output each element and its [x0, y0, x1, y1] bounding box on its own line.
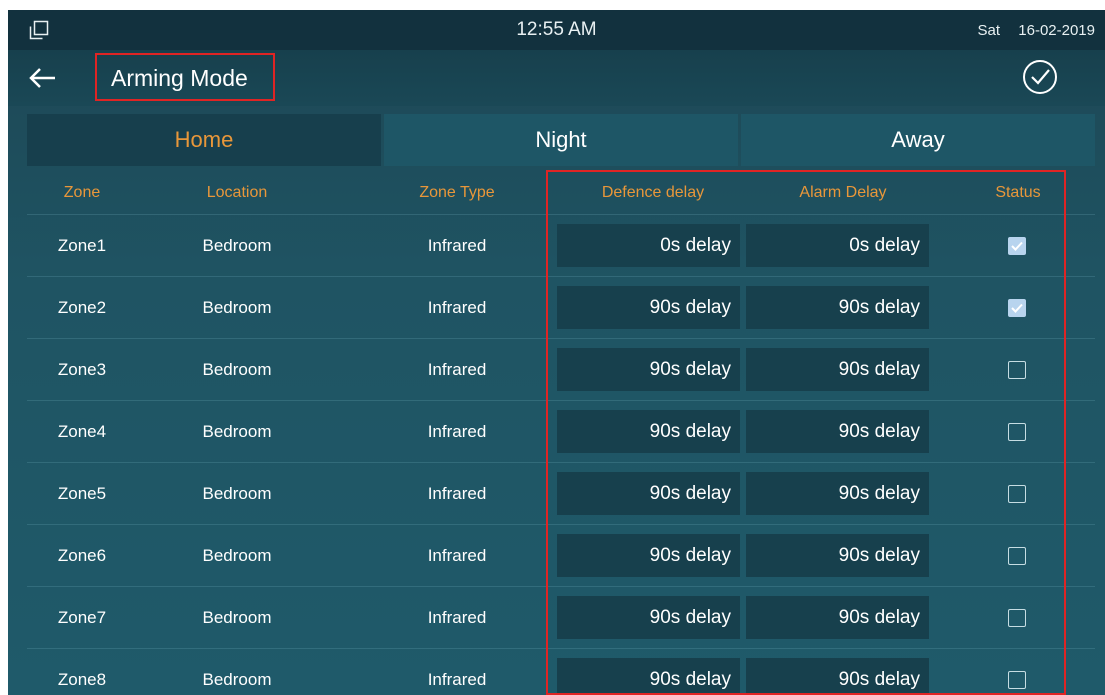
status-checkbox[interactable]	[1008, 423, 1026, 441]
defence-delay-select[interactable]: 90s delay	[557, 658, 740, 695]
zone-location: Bedroom	[202, 608, 272, 627]
zone-location: Bedroom	[202, 484, 272, 503]
alarm-delay-select[interactable]: 90s delay	[746, 286, 929, 329]
zone-location: Bedroom	[202, 236, 272, 255]
table-row: Zone3 Bedroom Infrared 90s delay 90s del…	[27, 338, 1095, 400]
defence-delay-select[interactable]: 90s delay	[557, 596, 740, 639]
table-row: Zone5 Bedroom Infrared 90s delay 90s del…	[27, 462, 1095, 524]
zone-type: Infrared	[427, 484, 487, 503]
zone-location: Bedroom	[202, 546, 272, 565]
status-checkbox[interactable]	[1008, 237, 1026, 255]
alarm-delay-select[interactable]: 0s delay	[746, 224, 929, 267]
tab-home[interactable]: Home	[27, 114, 381, 166]
status-checkbox[interactable]	[1008, 485, 1026, 503]
zone-type: Infrared	[427, 236, 487, 255]
table-header: Zone Location Zone Type Defence delay Al…	[8, 174, 1105, 214]
zone-type: Infrared	[427, 422, 487, 441]
column-header-zone-type: Zone Type	[419, 184, 495, 201]
zone-location: Bedroom	[202, 360, 272, 379]
defence-delay-select[interactable]: 0s delay	[557, 224, 740, 267]
check-circle-icon[interactable]	[1021, 58, 1059, 96]
status-checkbox[interactable]	[1008, 299, 1026, 317]
column-header-alarm-delay: Alarm Delay	[799, 184, 887, 201]
table-row: Zone1 Bedroom Infrared 0s delay 0s delay	[27, 214, 1095, 276]
check-icon	[1011, 303, 1023, 313]
status-checkbox[interactable]	[1008, 547, 1026, 565]
zone-name: Zone4	[57, 422, 107, 441]
alarm-delay-select[interactable]: 90s delay	[746, 472, 929, 515]
column-header-status: Status	[995, 184, 1041, 201]
column-header-zone: Zone	[63, 184, 101, 201]
table-row: Zone2 Bedroom Infrared 90s delay 90s del…	[27, 276, 1095, 338]
zone-type: Infrared	[427, 670, 487, 689]
alarm-delay-select[interactable]: 90s delay	[746, 596, 929, 639]
zone-name: Zone6	[57, 546, 107, 565]
alarm-delay-select[interactable]: 90s delay	[746, 348, 929, 391]
mode-tabs: Home Night Away	[27, 114, 1095, 166]
zone-name: Zone7	[57, 608, 107, 627]
zone-name: Zone3	[57, 360, 107, 379]
tab-night[interactable]: Night	[384, 114, 738, 166]
status-day: Sat	[977, 22, 1000, 39]
zone-type: Infrared	[427, 298, 487, 317]
defence-delay-select[interactable]: 90s delay	[557, 348, 740, 391]
alarm-delay-select[interactable]: 90s delay	[746, 658, 929, 695]
zone-location: Bedroom	[202, 422, 272, 441]
page-title: Arming Mode	[111, 65, 248, 91]
zone-name: Zone5	[57, 484, 107, 503]
status-bar: 12:55 AM Sat 16-02-2019	[8, 10, 1105, 50]
column-header-defence-delay: Defence delay	[601, 184, 705, 201]
table-row: Zone8 Bedroom Infrared 90s delay 90s del…	[27, 648, 1095, 695]
status-checkbox[interactable]	[1008, 671, 1026, 689]
table-row: Zone4 Bedroom Infrared 90s delay 90s del…	[27, 400, 1095, 462]
arrow-left-icon[interactable]	[28, 64, 58, 92]
zone-name: Zone1	[57, 236, 107, 255]
zone-type: Infrared	[427, 360, 487, 379]
column-header-location: Location	[206, 184, 268, 201]
page-title-highlight: Arming Mode	[95, 53, 275, 101]
zone-location: Bedroom	[202, 670, 272, 689]
table-row: Zone7 Bedroom Infrared 90s delay 90s del…	[27, 586, 1095, 648]
status-date: 16-02-2019	[1018, 22, 1095, 39]
tab-away[interactable]: Away	[741, 114, 1095, 166]
zone-type: Infrared	[427, 608, 487, 627]
zone-name: Zone8	[57, 670, 107, 689]
alarm-delay-select[interactable]: 90s delay	[746, 534, 929, 577]
screen: 12:55 AM Sat 16-02-2019 Arming Mode Home…	[8, 10, 1105, 695]
table-row: Zone6 Bedroom Infrared 90s delay 90s del…	[27, 524, 1095, 586]
defence-delay-select[interactable]: 90s delay	[557, 410, 740, 453]
defence-delay-select[interactable]: 90s delay	[557, 472, 740, 515]
status-checkbox[interactable]	[1008, 609, 1026, 627]
alarm-delay-select[interactable]: 90s delay	[746, 410, 929, 453]
title-bar: Arming Mode	[8, 50, 1105, 106]
zone-name: Zone2	[57, 298, 107, 317]
check-icon	[1011, 241, 1023, 251]
zone-location: Bedroom	[202, 298, 272, 317]
status-checkbox[interactable]	[1008, 361, 1026, 379]
defence-delay-select[interactable]: 90s delay	[557, 286, 740, 329]
defence-delay-select[interactable]: 90s delay	[557, 534, 740, 577]
status-time: 12:55 AM	[516, 19, 597, 40]
zone-type: Infrared	[427, 546, 487, 565]
